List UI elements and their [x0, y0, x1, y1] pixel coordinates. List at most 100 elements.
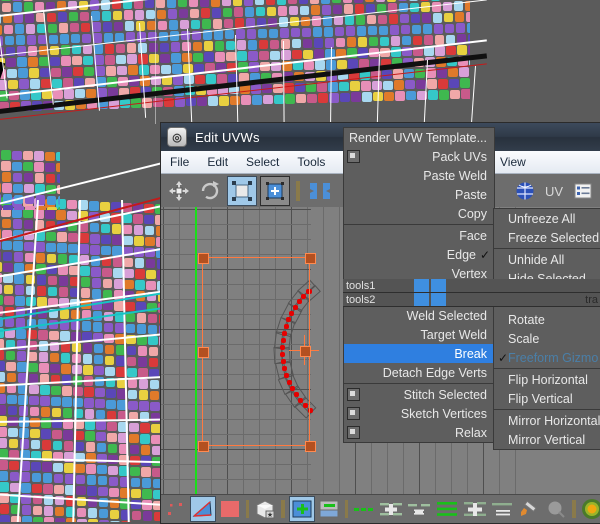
move-icon[interactable] [165, 177, 193, 205]
menu-tools[interactable]: Tools [288, 153, 334, 171]
freeform-gizmo-icon[interactable] [260, 176, 290, 206]
menu-item-detach-edge-verts[interactable]: Detach Edge Verts [344, 363, 494, 382]
toolbar-row-tools1[interactable]: tools1 [343, 279, 600, 293]
soft-sel-falloff-5-icon[interactable] [462, 497, 488, 521]
menu-separator [344, 224, 494, 225]
soft-sel-falloff-2-icon[interactable] [378, 497, 404, 521]
falloff-gradient-icon[interactable] [580, 497, 600, 521]
soft-sel-falloff-4-icon[interactable] [434, 497, 460, 521]
menu-item-unfreeze-all[interactable]: Unfreeze All [494, 209, 600, 228]
checkmark-icon: ✓ [479, 247, 490, 262]
menu-item-copy[interactable]: Copy [344, 204, 494, 223]
toolbar-row-swatch[interactable] [414, 279, 429, 292]
paint-select-brush-icon[interactable] [518, 497, 542, 521]
menu-item-face[interactable]: Face [344, 226, 494, 245]
soft-sel-extra-icon[interactable] [490, 497, 516, 521]
menu-item-label: Face [459, 228, 487, 243]
toolbar-row-swatch[interactable] [431, 293, 446, 306]
bottom-separator-4 [572, 500, 577, 518]
menu-item-stitch-selected[interactable]: Stitch Selected [344, 385, 494, 404]
soft-sel-falloff-1-icon[interactable] [352, 497, 376, 521]
menu-item-label: Scale [508, 331, 540, 346]
edge-select-icon[interactable] [189, 496, 216, 522]
menu-item-render-uvw-template[interactable]: Render UVW Template... [344, 128, 494, 147]
menu-item-paste-weld[interactable]: Paste Weld [344, 166, 494, 185]
menu-view[interactable]: View [491, 153, 535, 171]
menu-item-scale[interactable]: Scale [494, 329, 600, 348]
face-select-icon[interactable] [218, 497, 242, 521]
menu-item-break[interactable]: Break [344, 344, 494, 363]
menu-item-label: Render UVW Template... [348, 130, 487, 145]
menu-item-label: Relax [455, 425, 487, 440]
menu-item-label: Sketch Vertices [400, 406, 487, 421]
menu-item-mirror-horizontal[interactable]: Mirror Horizontal [494, 411, 600, 430]
menu-item-freeform-gizmo[interactable]: ✓ Freeform Gizmo [494, 348, 600, 367]
menu-item-unhide-all[interactable]: Unhide All [494, 250, 600, 269]
menu-item-label: Stitch Selected [403, 387, 487, 402]
menu-item-flip-vertical[interactable]: Flip Vertical [494, 389, 600, 408]
soft-sel-falloff-3-icon[interactable] [406, 497, 432, 521]
scale-icon[interactable] [227, 176, 257, 206]
menu-separator [494, 248, 600, 249]
menu-item-label: Freeze Selected [508, 230, 600, 245]
uv-channel-list-icon[interactable] [569, 177, 597, 205]
option-box-icon[interactable] [347, 388, 360, 401]
tools-bars-panel[interactable]: tools1 tools2 tra [343, 279, 600, 307]
menu-item-label: Detach Edge Verts [382, 365, 487, 380]
brush-options-icon[interactable] [544, 497, 568, 521]
menu-item-mirror-vertical[interactable]: Mirror Vertical [494, 430, 600, 449]
menu-item-label: Break [454, 346, 487, 361]
vertex-select-icon[interactable] [164, 497, 188, 521]
option-box-icon[interactable] [347, 150, 360, 163]
element-select-icon[interactable]: ★ [253, 497, 277, 521]
menu-item-label: Paste Weld [423, 168, 487, 183]
menu-item-freeze-selected[interactable]: Freeze Selected [494, 228, 600, 247]
menu-item-label: Flip Horizontal [508, 372, 588, 387]
tools-dropdown-menu[interactable]: Weld Selected Target Weld Break Detach Edge… [343, 305, 495, 443]
menu-item-label: Pack UVs [432, 149, 487, 164]
filter-selected-faces-icon[interactable] [289, 496, 315, 522]
menu-item-label: Flip Vertical [508, 391, 573, 406]
menu-file[interactable]: File [161, 153, 198, 171]
menu-item-rotate[interactable]: Rotate [494, 310, 600, 329]
show-map-icon[interactable] [317, 497, 341, 521]
menu-item-label: Edge [446, 247, 476, 262]
bottom-separator-2 [281, 500, 286, 518]
menu-separator [494, 409, 600, 410]
option-box-icon[interactable] [347, 426, 360, 439]
menu-edit[interactable]: Edit [198, 153, 237, 171]
menu-item-weld-selected[interactable]: Weld Selected [344, 306, 494, 325]
toolbar-row-tools2[interactable]: tools2 tra [343, 293, 600, 307]
menu-item-label: Unfreeze All [508, 211, 576, 226]
menu-item-pack-uvs[interactable]: Pack UVs [344, 147, 494, 166]
mirror-icon[interactable] [306, 177, 334, 205]
menu-item-edge[interactable]: Edge ✓ [344, 245, 494, 264]
rotate-icon[interactable] [196, 177, 224, 205]
toolbar-row-swatch[interactable] [431, 279, 446, 292]
toolbar-row-label: tools1 [346, 279, 376, 292]
window-title: Edit UVWs [195, 129, 260, 145]
menu-item-label: Mirror Horizontal [508, 413, 600, 428]
bottom-toolbar[interactable]: ★ [161, 494, 600, 523]
option-box-icon[interactable] [347, 407, 360, 420]
menu-item-relax[interactable]: Relax [344, 423, 494, 442]
map-dropdown-menu[interactable]: Render UVW Template... Pack UVs Paste Weld… [343, 127, 495, 303]
menu-item-target-weld[interactable]: Target Weld [344, 325, 494, 344]
menu-item-label: Freeform Gizmo [508, 350, 599, 365]
menu-item-flip-horizontal[interactable]: Flip Horizontal [494, 370, 600, 389]
menu-item-label: Target Weld [420, 327, 487, 342]
view-dropdown-menu[interactable]: Unfreeze AllFreeze SelectedUnhide AllHid… [493, 208, 600, 450]
viewport-crosshair-v [155, 0, 156, 124]
menu-separator [494, 368, 600, 369]
toolbar-row-label: tools2 [346, 293, 376, 306]
uv-channel-label: UV [544, 183, 563, 199]
menu-select[interactable]: Select [237, 153, 288, 171]
menu-item-paste[interactable]: Paste [344, 185, 494, 204]
menu-item-label: Mirror Vertical [508, 432, 586, 447]
toolbar-row-swatch[interactable] [414, 293, 429, 306]
menu-item-label: Paste [455, 187, 487, 202]
menu-item-sketch-vertices[interactable]: Sketch Vertices [344, 404, 494, 423]
uv-cube-icon[interactable] [511, 177, 539, 205]
svg-text:★: ★ [267, 511, 273, 519]
checkmark-icon: ✓ [498, 350, 509, 365]
